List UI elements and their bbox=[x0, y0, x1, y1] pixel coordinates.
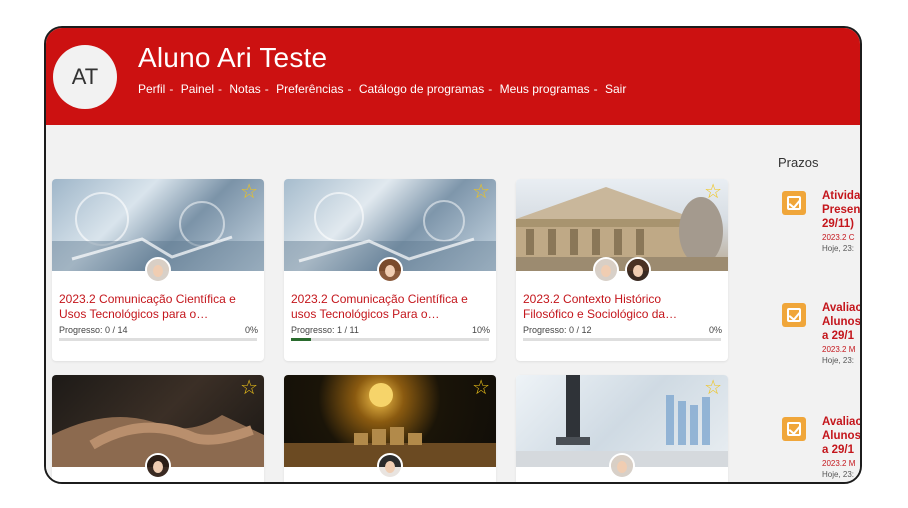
teacher-avatar bbox=[377, 453, 403, 479]
deadline-course: 2023.2 C bbox=[822, 233, 855, 242]
favorite-star-icon[interactable]: ☆ bbox=[472, 182, 490, 202]
progress-percent: 0% bbox=[244, 325, 258, 335]
teacher-avatar bbox=[377, 257, 403, 283]
progress-label: Progresso: 0 / 12 bbox=[523, 325, 592, 335]
course-card[interactable]: ☆ bbox=[284, 375, 496, 482]
nav-meus-programas[interactable]: Meus programas bbox=[500, 82, 590, 96]
teacher-avatars bbox=[52, 453, 264, 479]
deadline-title-line: Alunos bbox=[822, 316, 861, 328]
nav-separator: - bbox=[593, 82, 598, 96]
course-title-line: Usos Tecnológicos para o… bbox=[59, 307, 209, 321]
app-window: AT Aluno Ari Teste Perfil - Painel - Notas… bbox=[44, 26, 862, 484]
progress-fill bbox=[291, 338, 311, 341]
course-title[interactable]: 2023.2 Contexto Histórico Filosófico e S… bbox=[523, 292, 723, 322]
nav-separator: - bbox=[218, 82, 223, 96]
deadline-title-line: Presen bbox=[822, 204, 861, 216]
profile-header: AT Aluno Ari Teste Perfil - Painel - Notas… bbox=[46, 28, 860, 125]
favorite-star-icon[interactable]: ☆ bbox=[240, 182, 258, 202]
deadline-when: Hoje, 23: bbox=[822, 470, 855, 479]
teacher-avatars bbox=[516, 453, 728, 479]
nav-separator: - bbox=[347, 82, 352, 96]
profile-nav: Perfil - Painel - Notas - Preferências - Cat… bbox=[138, 82, 626, 96]
teacher-avatars bbox=[284, 257, 496, 283]
favorite-star-icon[interactable]: ☆ bbox=[472, 378, 490, 398]
teacher-avatar bbox=[609, 453, 635, 479]
teacher-avatar bbox=[145, 453, 171, 479]
favorite-star-icon[interactable]: ☆ bbox=[240, 378, 258, 398]
deadline-text: Avaliac Alunos a 29/1 2023.2 M Hoje, 23: bbox=[822, 415, 862, 479]
nav-notas[interactable]: Notas bbox=[229, 82, 260, 96]
course-title-line: usos Tecnológicos Para o… bbox=[291, 307, 440, 321]
deadline-title-line: Avaliac bbox=[822, 416, 862, 428]
deadline-text: Ativida Presen 29/11) 2023.2 C Hoje, 23: bbox=[822, 189, 861, 253]
progress-bar bbox=[59, 338, 257, 341]
course-title[interactable]: 2023.2 Comunicação Científica e Usos Tec… bbox=[59, 292, 259, 322]
course-card[interactable]: ☆ bbox=[52, 375, 264, 482]
deadlines-title: Prazos bbox=[778, 155, 819, 170]
checkbox-icon bbox=[782, 191, 806, 215]
deadline-title-line: a 29/1 bbox=[822, 444, 854, 456]
course-card[interactable]: ☆ bbox=[516, 375, 728, 482]
teacher-avatars bbox=[516, 257, 728, 283]
course-title-line: Filosófico e Sociológico da… bbox=[523, 307, 678, 321]
deadline-course: 2023.2 M bbox=[822, 345, 856, 354]
teacher-avatar bbox=[145, 257, 171, 283]
avatar[interactable]: AT bbox=[53, 45, 117, 109]
deadline-title-line: a 29/1 bbox=[822, 330, 854, 342]
progress-label: Progresso: 1 / 11 bbox=[291, 325, 359, 335]
course-card[interactable]: ☆ 2023.2 Comunicação Científica e usos T… bbox=[284, 179, 496, 361]
deadline-title-line: 29/11) bbox=[822, 218, 854, 230]
teacher-avatars bbox=[284, 453, 496, 479]
course-card[interactable]: ☆ 2023.2 Comunicação Científica e Usos T… bbox=[52, 179, 264, 361]
nav-perfil[interactable]: Perfil bbox=[138, 82, 165, 96]
nav-preferencias[interactable]: Preferências bbox=[276, 82, 343, 96]
deadline-when: Hoje, 23: bbox=[822, 356, 855, 365]
progress-percent: 10% bbox=[471, 325, 490, 335]
course-card[interactable]: ☆ 2023.2 Contexto Histórico Filosófico e… bbox=[516, 179, 728, 361]
course-title-line: 2023.2 Comunicação Científica e bbox=[59, 292, 236, 306]
teacher-avatar bbox=[625, 257, 651, 283]
course-title-line: 2023.2 Comunicação Científica e bbox=[291, 292, 468, 306]
nav-catalogo[interactable]: Catálogo de programas bbox=[359, 82, 484, 96]
progress-bar bbox=[291, 338, 489, 341]
progress-label: Progresso: 0 / 14 bbox=[59, 325, 128, 335]
deadline-title-line: Avaliac bbox=[822, 302, 862, 314]
favorite-star-icon[interactable]: ☆ bbox=[704, 378, 722, 398]
nav-separator: - bbox=[488, 82, 493, 96]
deadline-title-line: Ativida bbox=[822, 190, 861, 202]
nav-painel[interactable]: Painel bbox=[181, 82, 214, 96]
teacher-avatar bbox=[593, 257, 619, 283]
dashboard-content: ☆ 2023.2 Comunicação Científica e Usos T… bbox=[46, 125, 862, 482]
deadline-course: 2023.2 M bbox=[822, 459, 856, 468]
progress-percent: 0% bbox=[708, 325, 722, 335]
checkbox-icon bbox=[782, 417, 806, 441]
deadline-title-line: Alunos bbox=[822, 430, 861, 442]
user-name: Aluno Ari Teste bbox=[138, 42, 328, 73]
checkbox-icon bbox=[782, 303, 806, 327]
progress-bar bbox=[523, 338, 721, 341]
nav-separator: - bbox=[264, 82, 269, 96]
deadline-when: Hoje, 23: bbox=[822, 244, 855, 253]
course-title[interactable]: 2023.2 Comunicação Científica e usos Tec… bbox=[291, 292, 491, 322]
nav-separator: - bbox=[169, 82, 174, 96]
teacher-avatars bbox=[52, 257, 264, 283]
deadline-text: Avaliac Alunos a 29/1 2023.2 M Hoje, 23: bbox=[822, 301, 862, 365]
favorite-star-icon[interactable]: ☆ bbox=[704, 182, 722, 202]
course-title-line: 2023.2 Contexto Histórico bbox=[523, 292, 662, 306]
nav-sair[interactable]: Sair bbox=[605, 82, 626, 96]
